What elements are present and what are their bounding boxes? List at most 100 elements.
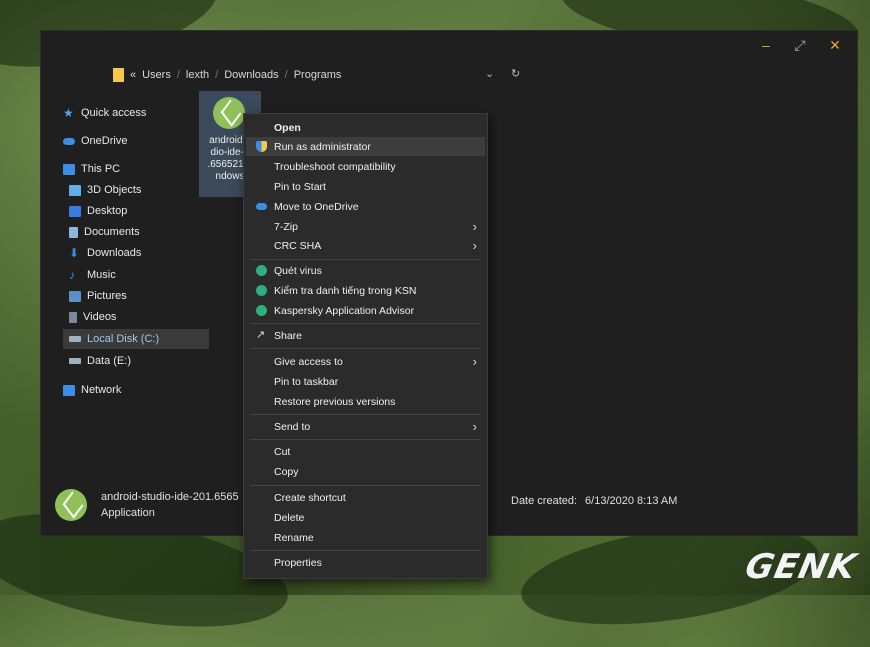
nav-local-disk-c[interactable]: Local Disk (C:) [63, 329, 209, 349]
cube-icon [69, 184, 81, 196]
menu-item-cut[interactable]: Cut [246, 442, 485, 461]
network-icon [63, 384, 75, 396]
nav-label: Downloads [87, 247, 142, 259]
share-icon: ↗ [256, 329, 266, 341]
menu-label: Pin to taskbar [274, 375, 339, 388]
nav-documents[interactable]: Documents [69, 222, 209, 242]
address-bar[interactable]: « Users / lexth / Downloads / Programs [113, 65, 341, 85]
menu-item-pin-to-taskbar[interactable]: Pin to taskbar [246, 372, 485, 391]
menu-label: Rename [274, 531, 314, 544]
menu-label: CRC SHA [274, 239, 322, 252]
submenu-arrow-icon: › [472, 354, 477, 369]
menu-label: Create shortcut [274, 491, 346, 504]
cloud-icon [256, 203, 267, 210]
status-file-name: android-studio-ide-201.6565 [101, 491, 239, 503]
desktop-icon [69, 205, 81, 217]
menu-item-troubleshoot-compatibility[interactable]: Troubleshoot compatibility [246, 157, 485, 176]
nav-this-pc[interactable]: This PC [63, 159, 203, 179]
menu-separator [250, 485, 481, 486]
nav-data-e[interactable]: Data (E:) [69, 351, 209, 371]
uac-shield-icon [256, 141, 267, 152]
nav-label: Local Disk (C:) [87, 333, 160, 345]
android-studio-icon [213, 97, 245, 129]
nav-label: Desktop [87, 205, 128, 217]
menu-separator [250, 323, 481, 324]
menu-separator [250, 348, 481, 349]
menu-item-pin-to-start[interactable]: Pin to Start [246, 177, 485, 196]
menu-label: Share [274, 329, 303, 342]
menu-item-7zip[interactable]: 7-Zip › [246, 217, 485, 236]
menu-item-share[interactable]: ↗ Share [246, 326, 485, 345]
nav-downloads[interactable]: ⬇ Downloads [69, 243, 209, 263]
menu-item-scan-virus[interactable]: Quét virus [246, 261, 485, 280]
video-icon [69, 311, 77, 323]
menu-item-copy[interactable]: Copy [246, 462, 485, 481]
menu-label: Open [274, 121, 301, 134]
menu-separator [250, 439, 481, 440]
menu-item-send-to[interactable]: Send to › [246, 417, 485, 436]
download-icon: ⬇ [69, 245, 80, 260]
menu-item-delete[interactable]: Delete [246, 508, 485, 527]
folder-icon [113, 68, 124, 82]
star-icon: ★ [63, 105, 74, 120]
nav-label: Documents [84, 226, 140, 238]
nav-label: Quick access [81, 107, 147, 119]
nav-3d-objects[interactable]: 3D Objects [69, 180, 209, 200]
title-bar: – ⤢ ✕ [41, 31, 857, 59]
nav-label: 3D Objects [87, 184, 142, 196]
minimize-button[interactable]: – [758, 37, 774, 53]
address-dropdown-icon[interactable]: ⌄ [485, 67, 494, 80]
nav-pictures[interactable]: Pictures [69, 286, 209, 306]
nav-label: OneDrive [81, 135, 128, 147]
breadcrumb-downloads[interactable]: Downloads [224, 69, 278, 81]
date-created-value: 6/13/2020 8:13 AM [585, 495, 678, 507]
nav-music[interactable]: ♪ Music [69, 265, 209, 285]
kaspersky-icon [256, 305, 267, 316]
menu-item-open[interactable]: Open [246, 118, 485, 137]
menu-item-give-access-to[interactable]: Give access to › [246, 352, 485, 371]
refresh-icon[interactable]: ↻ [511, 67, 520, 80]
nav-desktop[interactable]: Desktop [69, 201, 209, 221]
menu-label: Delete [274, 511, 305, 524]
computer-icon [63, 163, 75, 175]
menu-label: Pin to Start [274, 180, 326, 193]
breadcrumb-lexth[interactable]: lexth [186, 69, 209, 81]
nav-onedrive[interactable]: OneDrive [63, 131, 203, 151]
menu-label: Cut [274, 445, 291, 458]
menu-item-create-shortcut[interactable]: Create shortcut [246, 488, 485, 507]
menu-label: Quét virus [274, 264, 322, 277]
menu-label: Kiểm tra danh tiếng trong KSN [274, 284, 417, 297]
nav-videos[interactable]: Videos [69, 307, 209, 327]
menu-item-move-to-onedrive[interactable]: Move to OneDrive [246, 197, 485, 216]
music-icon: ♪ [69, 267, 75, 282]
menu-separator [250, 259, 481, 260]
android-studio-icon [55, 489, 87, 521]
nav-label: Data (E:) [87, 355, 132, 367]
context-menu: Open Run as administrator Troubleshoot c… [243, 113, 488, 579]
breadcrumb-users[interactable]: Users [142, 69, 171, 81]
menu-label: Copy [274, 465, 299, 478]
nav-label: Pictures [87, 290, 127, 302]
menu-item-properties[interactable]: Properties [246, 553, 485, 572]
menu-item-check-reputation-ksn[interactable]: Kiểm tra danh tiếng trong KSN [246, 281, 485, 300]
menu-label: Run as administrator [274, 140, 371, 153]
menu-item-rename[interactable]: Rename [246, 528, 485, 547]
menu-label: Restore previous versions [274, 395, 396, 408]
cloud-icon [63, 137, 75, 145]
nav-label: Network [81, 384, 122, 396]
breadcrumb-overflow[interactable]: « [130, 69, 136, 81]
close-button[interactable]: ✕ [827, 37, 843, 53]
menu-item-run-as-administrator[interactable]: Run as administrator [246, 137, 485, 156]
menu-label: Kaspersky Application Advisor [274, 304, 415, 317]
nav-quick-access[interactable]: ★ Quick access [63, 103, 203, 123]
drive-icon [69, 358, 81, 364]
menu-item-crc-sha[interactable]: CRC SHA › [246, 236, 485, 255]
nav-network[interactable]: Network [63, 380, 203, 400]
menu-separator [250, 550, 481, 551]
genk-watermark-logo: GENK [741, 547, 861, 587]
kaspersky-icon [256, 265, 267, 276]
maximize-button[interactable]: ⤢ [792, 37, 808, 53]
menu-item-kaspersky-advisor[interactable]: Kaspersky Application Advisor [246, 301, 485, 320]
menu-item-restore-previous-versions[interactable]: Restore previous versions [246, 392, 485, 411]
breadcrumb-programs[interactable]: Programs [294, 69, 342, 81]
